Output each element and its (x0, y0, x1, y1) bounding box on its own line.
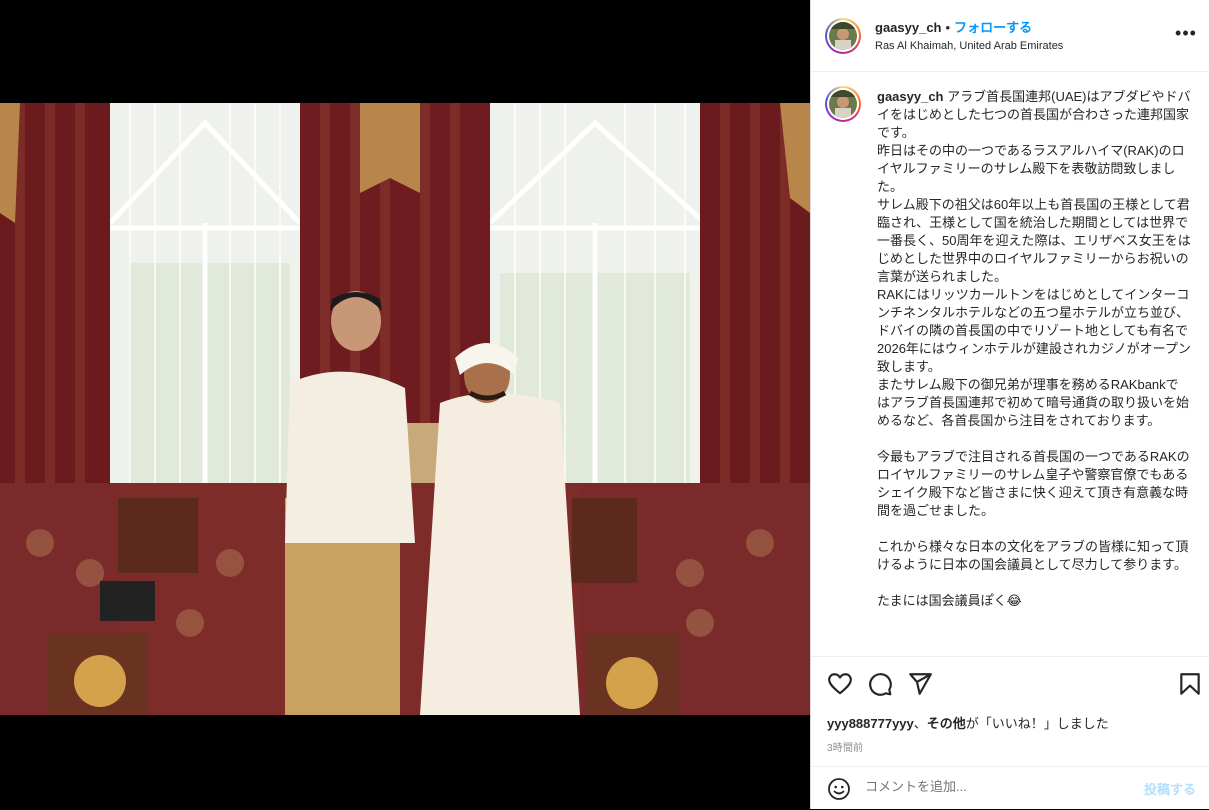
more-options-icon[interactable]: ••• (1174, 24, 1198, 46)
caption-paragraph: gaasyy_ch アラブ首長国連邦(UAE)はアブダビやドバイをはじめとした七… (877, 89, 1191, 140)
comment-input[interactable] (865, 779, 1125, 794)
likes-others-link[interactable]: その他 (927, 716, 966, 731)
comment-bubble-icon[interactable] (867, 671, 893, 697)
separator-dot: • (945, 20, 951, 35)
caption-paragraph: またサレム殿下の御兄弟が理事を務めるRAKbankではアラブ首長国連邦で初めて暗… (877, 377, 1190, 428)
post-side-panel: gaasyy_ch • フォローする Ras Al Khaimah, United … (810, 0, 1209, 809)
avatar-image (829, 22, 857, 50)
header-user-line: gaasyy_ch • フォローする (875, 17, 1032, 37)
bookmark-save-icon[interactable] (1177, 671, 1203, 697)
post-media (0, 0, 810, 809)
caption-paragraph (877, 520, 1191, 538)
caption-username[interactable]: gaasyy_ch (877, 89, 944, 104)
caption-paragraph: サレム殿下の祖父は60年以上も首長国の王様として君臨され、王様として国を統治した… (877, 197, 1191, 284)
caption-avatar[interactable] (825, 86, 861, 122)
caption-paragraph: 今最もアラブで注目される首長国の一つであるRAKのロイヤルファミリーのサレム皇子… (877, 449, 1190, 518)
emoji-icon[interactable] (827, 777, 851, 801)
caption-paragraph: これから様々な日本の文化をアラブの皆様に知って頂けるように日本の国会議員として尽… (877, 539, 1189, 572)
post-actions: yyy888777yyy、その他が「いいね！」しました 3時間前 投稿する (811, 656, 1209, 809)
post-location[interactable]: Ras Al Khaimah, United Arab Emirates (875, 40, 1063, 52)
post-comment-button[interactable]: 投稿する (1144, 779, 1196, 798)
instagram-post-view: gaasyy_ch • フォローする Ras Al Khaimah, United … (0, 0, 1209, 809)
caption-paragraph (877, 574, 1191, 592)
author-avatar[interactable] (825, 18, 861, 54)
share-send-icon[interactable] (907, 671, 933, 697)
caption-paragraph (877, 430, 1191, 448)
comment-bar: 投稿する (811, 766, 1209, 810)
likes-summary: yyy888777yyy、その他が「いいね！」しました (827, 716, 1109, 731)
caption-paragraph: 昨日はその中の一つであるラスアルハイマ(RAK)のロイヤルファミリーのサレム殿下… (877, 143, 1185, 194)
caption-paragraph: たまには国会議員ぽく😂 (877, 593, 1022, 608)
liker-username[interactable]: yyy888777yyy (827, 716, 914, 731)
comments-section: gaasyy_ch アラブ首長国連邦(UAE)はアブダビやドバイをはじめとした七… (811, 72, 1209, 656)
post-header: gaasyy_ch • フォローする Ras Al Khaimah, United … (811, 0, 1209, 72)
author-username[interactable]: gaasyy_ch (875, 20, 942, 35)
post-caption: gaasyy_ch アラブ首長国連邦(UAE)はアブダビやドバイをはじめとした七… (877, 88, 1191, 610)
caption-paragraph: RAKにはリッツカールトンをはじめとしてインターコンチネンタルホテルなどの五つ星… (877, 287, 1191, 374)
post-photo[interactable] (0, 103, 810, 715)
like-heart-icon[interactable] (827, 671, 853, 697)
follow-button[interactable]: フォローする (954, 20, 1032, 35)
post-timestamp[interactable]: 3時間前 (827, 739, 863, 754)
avatar-image (829, 90, 857, 118)
